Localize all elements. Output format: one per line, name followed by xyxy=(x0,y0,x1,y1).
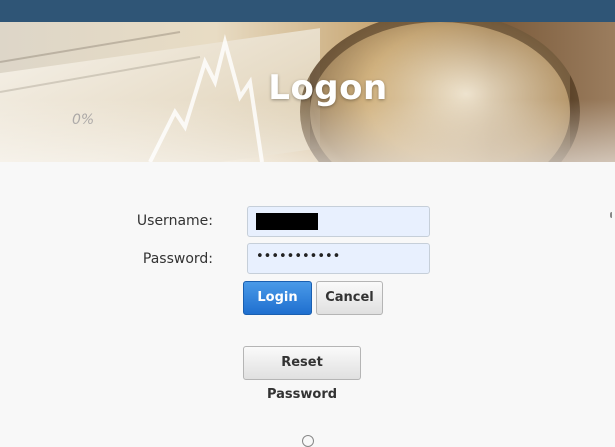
header-banner: 0% Logon xyxy=(0,22,615,162)
password-field[interactable]: ••••••••••• xyxy=(247,243,430,274)
login-button[interactable]: Login xyxy=(243,281,312,315)
redacted-username xyxy=(256,213,318,230)
username-field[interactable] xyxy=(247,206,430,237)
top-bar xyxy=(0,0,615,22)
reset-password-button[interactable]: Reset Password xyxy=(243,346,361,402)
login-form: Username: Password: ••••••••••• Login Ca… xyxy=(0,162,615,447)
password-mask: ••••••••••• xyxy=(256,249,341,264)
page-title: Logon xyxy=(268,68,388,108)
password-label: Password: xyxy=(142,251,213,267)
partial-icon xyxy=(302,435,314,447)
username-label: Username: xyxy=(136,213,213,229)
cancel-button[interactable]: Cancel xyxy=(316,281,383,315)
